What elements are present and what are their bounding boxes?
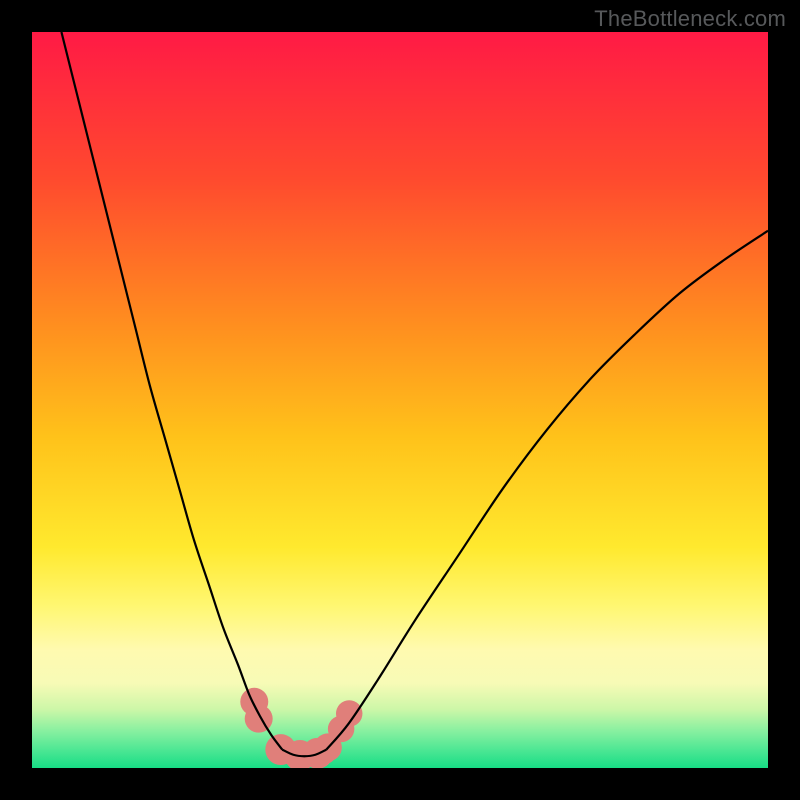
curve-right-branch: [326, 231, 768, 750]
curve-layer: [32, 32, 768, 768]
curve-left-branch: [61, 32, 282, 750]
outer-frame: TheBottleneck.com: [0, 0, 800, 800]
plot-area: [32, 32, 768, 768]
marker-dot: [245, 705, 273, 733]
watermark-text: TheBottleneck.com: [594, 6, 786, 32]
